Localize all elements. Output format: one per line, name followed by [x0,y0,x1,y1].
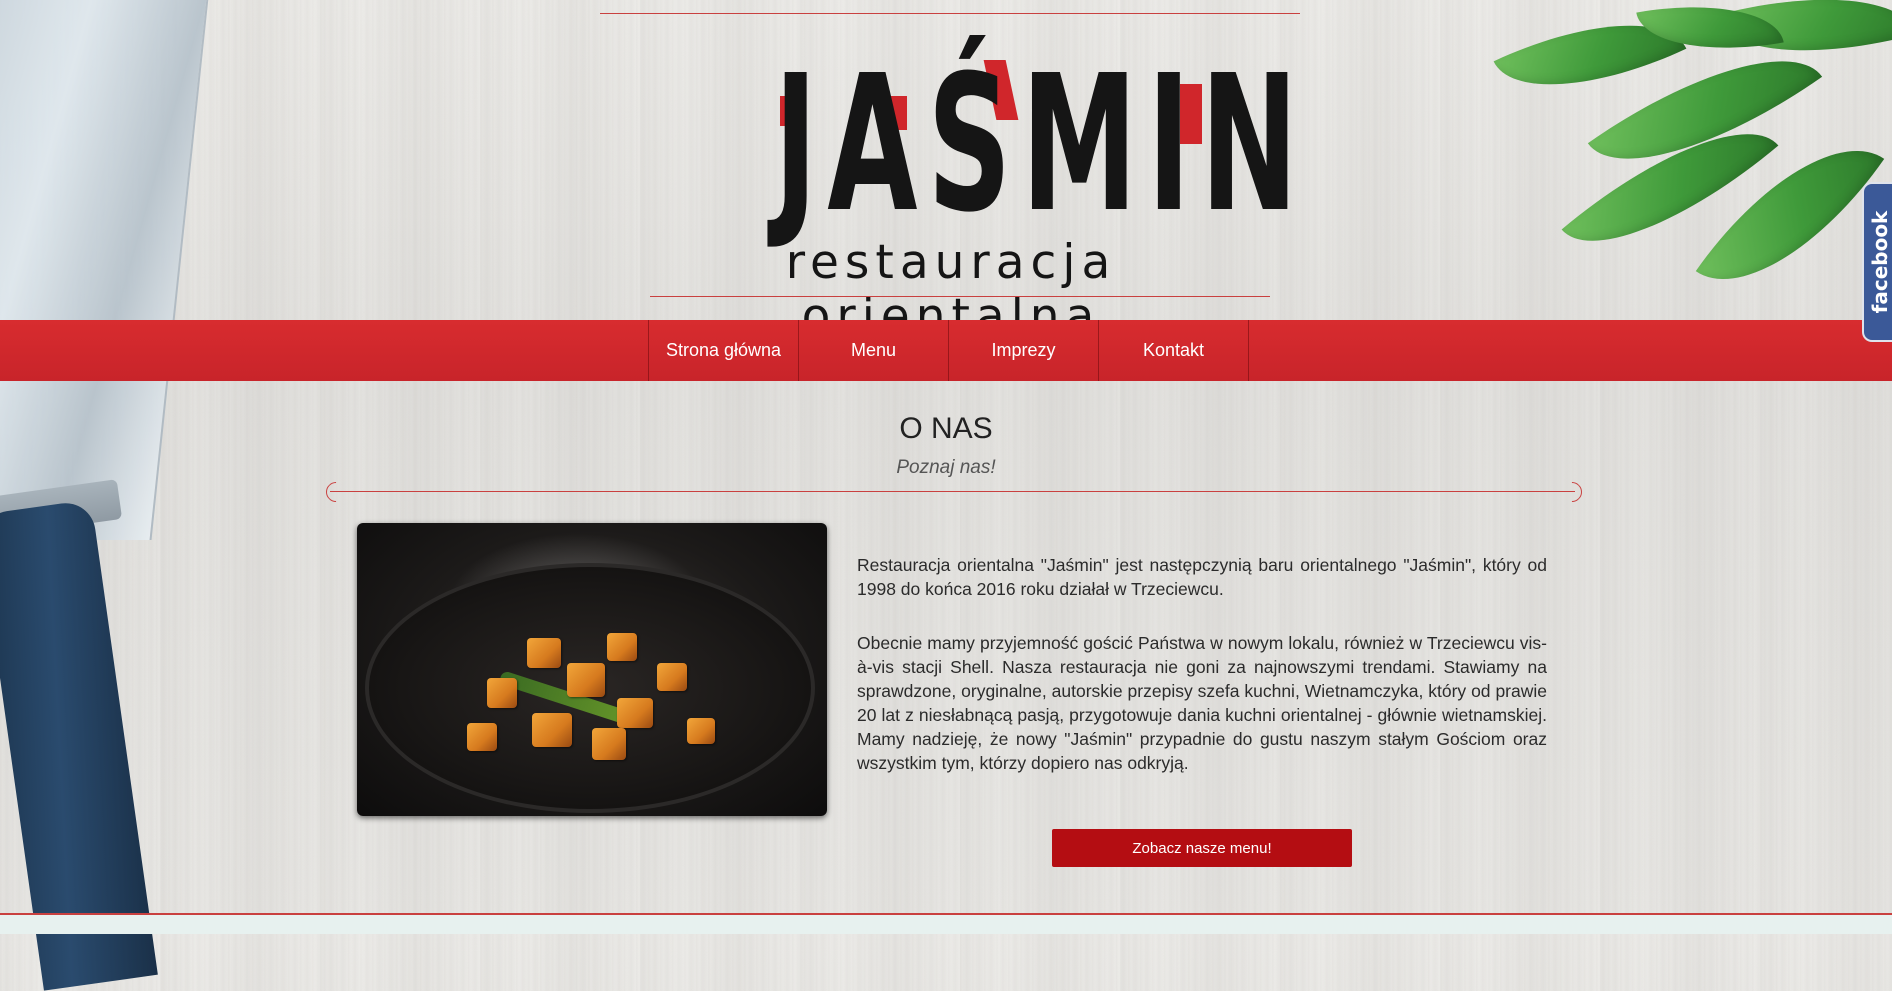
section-title: O NAS [899,412,993,445]
facebook-label: facebook [1868,210,1892,314]
food-piece [532,713,572,747]
food-piece [467,723,497,751]
divider-right-cap [1557,477,1587,507]
nav-item-menu[interactable]: Menu [799,320,949,381]
facebook-tab[interactable]: facebook [1862,182,1892,342]
logo-top-line [600,13,1300,14]
nav-item-contact[interactable]: Kontakt [1099,320,1249,381]
food-piece [687,718,715,744]
footer-band [0,915,1892,934]
nav-item-home[interactable]: Strona główna [649,320,799,381]
nav-list: Strona główna Menu Imprezy Kontakt [648,320,1249,381]
main-navigation: Strona główna Menu Imprezy Kontakt [0,320,1892,381]
food-piece [617,698,653,728]
food-photo [357,523,827,816]
divider-left-cap [321,477,351,507]
about-text: Restauracja orientalna "Jaśmin" jest nas… [857,553,1547,805]
see-menu-button[interactable]: Zobacz nasze menu! [1052,829,1352,867]
food-piece [607,633,637,661]
knife-blade-decoration [0,0,213,540]
logo-bottom-line [650,296,1270,297]
section-subtitle: Poznaj nas! [896,457,996,478]
food-piece [527,638,561,668]
food-piece [487,678,517,708]
section-divider [330,491,1575,492]
logo-title[interactable]: JAŚMIN [774,50,1298,240]
food-piece [592,728,626,760]
food-piece [657,663,687,691]
food-piece [567,663,605,697]
about-paragraph-1: Restauracja orientalna "Jaśmin" jest nas… [857,555,1547,599]
about-paragraph-2: Obecnie mamy przyjemność gościć Państwa … [857,633,1547,773]
nav-item-events[interactable]: Imprezy [949,320,1099,381]
